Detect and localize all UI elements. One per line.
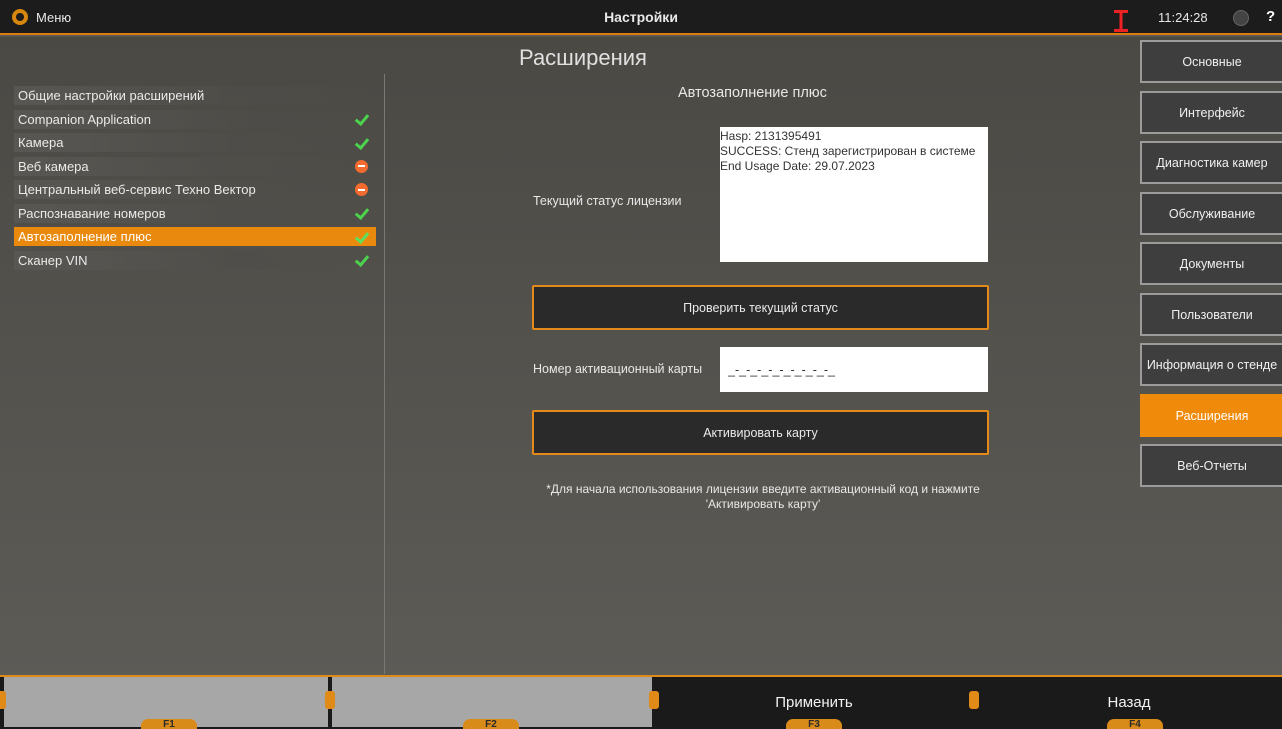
check-icon <box>354 136 368 150</box>
nav-item-documents[interactable]: Документы <box>1140 242 1282 285</box>
check-icon <box>354 206 368 220</box>
menu-button[interactable]: Меню <box>12 9 71 25</box>
list-item[interactable]: Веб камера <box>14 156 376 176</box>
globe-icon[interactable] <box>1233 10 1249 26</box>
license-status-box: Hasp: 2131395491 SUCCESS: Стенд зарегист… <box>720 127 988 262</box>
check-status-button[interactable]: Проверить текущий статус <box>532 285 989 330</box>
app-logo-icon <box>12 9 28 25</box>
blocked-icon <box>355 159 368 173</box>
separator-knob <box>0 691 6 709</box>
activate-card-button[interactable]: Активировать карту <box>532 410 989 455</box>
window-title: Настройки <box>604 9 678 25</box>
license-status-label: Текущий статус лицензии <box>533 194 682 208</box>
extensions-list: Общие настройки расширений Companion App… <box>14 86 376 274</box>
function-bar-top-line <box>0 675 1282 677</box>
license-line: End Usage Date: 29.07.2023 <box>720 159 875 173</box>
f2-key-label: F2 <box>463 719 519 729</box>
top-bar: Меню Настройки 11:24:28 ? <box>0 0 1282 35</box>
text-cursor-icon <box>1114 10 1128 32</box>
clock: 11:24:28 <box>1158 10 1208 25</box>
list-item-label: Сканер VIN <box>18 252 88 268</box>
nav-item-camera-diagnostics[interactable]: Диагностика камер <box>1140 141 1282 184</box>
list-item-label: Распознавание номеров <box>18 205 166 221</box>
separator-knob <box>649 691 659 709</box>
check-icon <box>354 230 368 244</box>
list-item[interactable]: Камера <box>14 133 376 152</box>
nav-item-stand-info[interactable]: Информация о стенде <box>1140 343 1282 386</box>
f3-key-label: F3 <box>786 719 842 729</box>
list-item-label: Веб камера <box>18 158 89 174</box>
list-item[interactable]: Центральный веб-сервис Техно Вектор <box>14 180 376 199</box>
f1-key-label: F1 <box>141 719 197 729</box>
page-title: Расширения <box>519 45 647 70</box>
list-item-label: Камера <box>18 135 64 150</box>
list-item[interactable]: Автозаполнение плюс <box>14 227 376 246</box>
f4-key-text: Назад <box>1107 693 1151 711</box>
check-icon <box>354 253 368 267</box>
menu-label: Меню <box>36 9 72 25</box>
list-item[interactable]: Распознавание номеров <box>14 203 376 223</box>
nav-item-extensions[interactable]: Расширения <box>1140 394 1282 437</box>
nav-item-web-reports[interactable]: Веб-Отчеты <box>1140 444 1282 487</box>
list-item-label: Companion Application <box>18 111 151 127</box>
status-icon <box>354 89 368 103</box>
function-key-bar: Применить Назад F1 F2 F3 F4 <box>0 675 1282 729</box>
list-item-label: Центральный веб-сервис Техно Вектор <box>18 182 256 197</box>
separator-knob <box>969 691 979 709</box>
activation-card-label: Номер активационный карты <box>533 362 703 376</box>
list-item[interactable]: Companion Application <box>14 109 376 129</box>
list-item[interactable]: Общие настройки расширений <box>14 86 376 105</box>
license-line: Hasp: 2131395491 <box>720 129 822 143</box>
f3-key-text: Применить <box>775 693 853 711</box>
list-item-label: Общие настройки расширений <box>18 88 205 103</box>
activation-card-input[interactable] <box>720 347 988 392</box>
f4-key-label: F4 <box>1107 719 1163 729</box>
list-item-label: Автозаполнение плюс <box>18 229 152 244</box>
main-area: Расширения Общие настройки расширений Co… <box>0 37 1282 675</box>
license-line: SUCCESS: Стенд зарегистрирован в системе <box>720 144 976 158</box>
section-title: Автозаполнение плюс <box>678 85 827 101</box>
list-item[interactable]: Сканер VIN <box>14 250 376 270</box>
nav-item-users[interactable]: Пользователи <box>1140 293 1282 336</box>
panel-divider <box>384 74 385 674</box>
nav-item-interface[interactable]: Интерфейс <box>1140 91 1282 134</box>
nav-item-basic[interactable]: Основные <box>1140 40 1282 83</box>
check-icon <box>354 112 368 126</box>
help-icon[interactable]: ? <box>1266 8 1275 25</box>
blocked-icon <box>355 183 368 196</box>
activation-hint: *Для начала использования лицензии введи… <box>546 482 980 511</box>
nav-item-maintenance[interactable]: Обслуживание <box>1140 192 1282 235</box>
separator-knob <box>325 691 335 709</box>
